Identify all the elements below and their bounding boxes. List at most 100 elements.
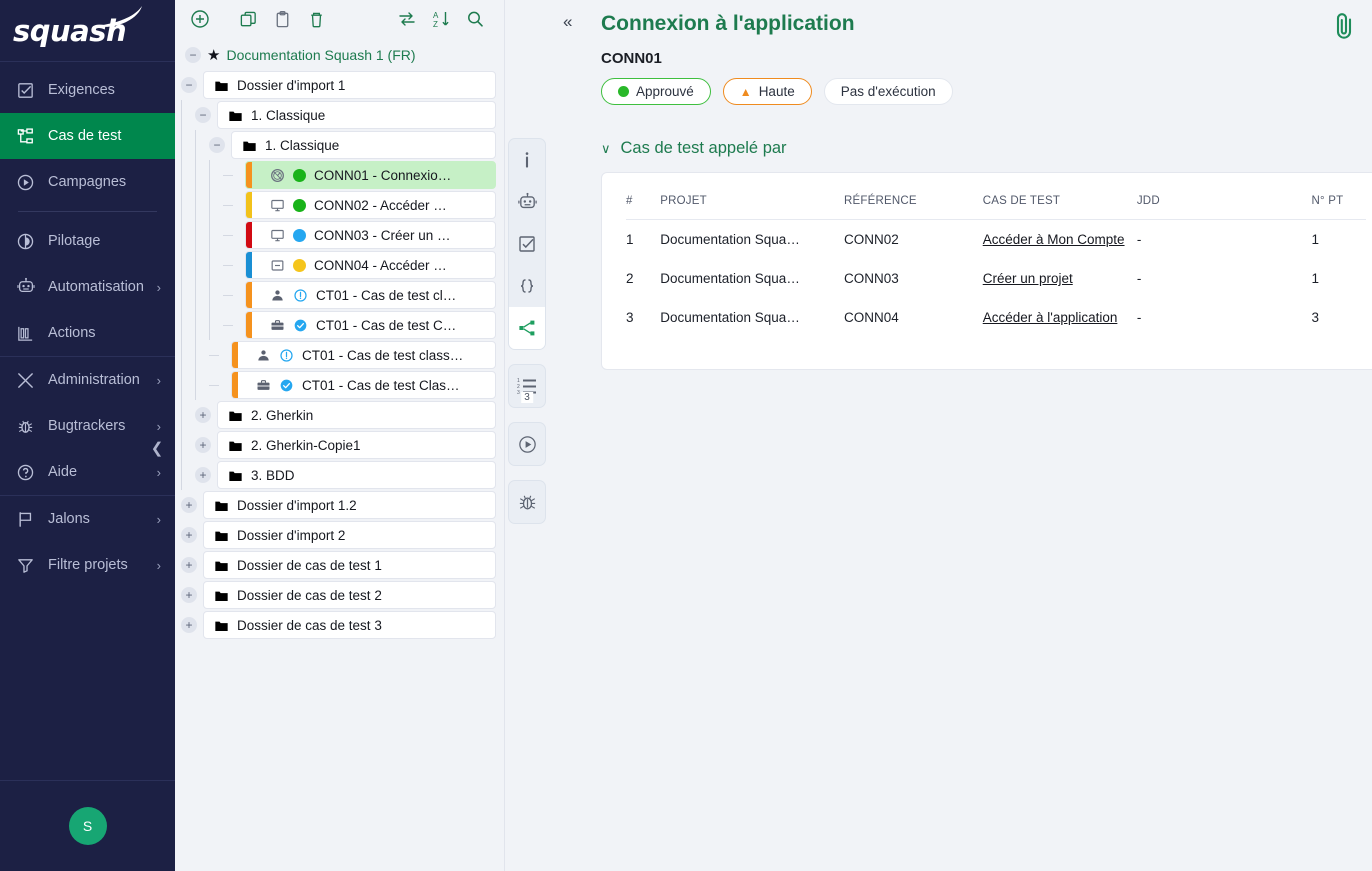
gauge-icon [270, 168, 285, 183]
tree-node-toggle[interactable]: + [181, 527, 197, 543]
tree-node-card[interactable]: CT01 - Cas de test Clas… [231, 371, 496, 399]
app-logo[interactable]: squash [0, 0, 175, 62]
tree-test-case-node[interactable]: CT01 - Cas de test cl… [181, 280, 496, 310]
search-icon[interactable] [458, 4, 492, 34]
cell-cas-de-test[interactable]: Créer un projet [983, 259, 1137, 298]
sidebar-item-cas-de-test[interactable]: Cas de test [0, 113, 175, 159]
share-nodes-icon[interactable] [508, 307, 546, 349]
sidebar-item-administration[interactable]: Administration› [0, 357, 175, 403]
tree-node-card[interactable]: CT01 - Cas de test cl… [245, 281, 496, 309]
tree-node-toggle[interactable]: + [195, 407, 211, 423]
add-icon[interactable] [183, 4, 217, 34]
status-badge[interactable]: Approuvé [601, 78, 711, 105]
tree-folder-node[interactable]: +2. Gherkin-Copie1 [181, 430, 496, 460]
tree-node-card[interactable]: Dossier de cas de test 1 [203, 551, 496, 579]
tree-node-card[interactable]: CONN02 - Accéder … [245, 191, 496, 219]
avatar[interactable]: S [69, 807, 107, 845]
paperclip-icon[interactable] [1332, 10, 1358, 47]
play-circle-icon[interactable] [508, 423, 546, 465]
sidebar-item-actions[interactable]: Actions [0, 310, 175, 356]
tree-test-case-node[interactable]: CT01 - Cas de test Clas… [181, 370, 496, 400]
tree-node-card[interactable]: 2. Gherkin-Copie1 [217, 431, 496, 459]
sidebar-item-pilotage[interactable]: Pilotage [0, 218, 175, 264]
tree-folder-node[interactable]: −1. Classique [181, 130, 496, 160]
tree-node-card[interactable]: 1. Classique [217, 101, 496, 129]
move-icon[interactable] [390, 4, 424, 34]
tree-node-card[interactable]: CONN04 - Accéder … [245, 251, 496, 279]
table-row[interactable]: 1Documentation Squa…CONN02Accéder à Mon … [626, 220, 1366, 260]
tree-guide-stub [209, 385, 219, 386]
svg-text:Z: Z [433, 20, 438, 29]
tree-guide [209, 160, 210, 190]
root-toggle[interactable]: − [185, 47, 201, 63]
tree-test-case-node[interactable]: CT01 - Cas de test class… [181, 340, 496, 370]
ordered-list-icon[interactable]: 123 3 [508, 365, 546, 407]
tree-node-card[interactable]: CT01 - Cas de test class… [231, 341, 496, 369]
tree-node-toggle[interactable]: + [195, 437, 211, 453]
robot-icon[interactable] [508, 181, 546, 223]
tree-node-card[interactable]: CONN03 - Créer un … [245, 221, 496, 249]
tree-node-card[interactable]: Dossier d'import 1.2 [203, 491, 496, 519]
tree-folder-node[interactable]: + Dossier d'import 1.2 [181, 490, 496, 520]
paste-icon[interactable] [265, 4, 299, 34]
sidebar-item-jalons[interactable]: Jalons› [0, 496, 175, 542]
test-case-link[interactable]: Accéder à Mon Compte [983, 232, 1125, 247]
tree-node-card[interactable]: Dossier d'import 1 [203, 71, 496, 99]
information-icon[interactable] [508, 139, 546, 181]
tree-node-card[interactable]: Dossier de cas de test 2 [203, 581, 496, 609]
priority-badge[interactable]: ▲ Haute [723, 78, 812, 105]
chevron-double-left-icon[interactable]: « [563, 12, 572, 32]
cell-cas-de-test[interactable]: Accéder à Mon Compte [983, 220, 1137, 260]
table-row[interactable]: 3Documentation Squa…CONN04Accéder à l'ap… [626, 298, 1366, 337]
tree-test-case-node[interactable]: CT01 - Cas de test C… [181, 310, 496, 340]
tree-folder-node[interactable]: +2. Gherkin [181, 400, 496, 430]
tree-test-case-node[interactable]: CONN03 - Créer un … [181, 220, 496, 250]
tree-node-toggle[interactable]: − [181, 77, 197, 93]
tree-node-card[interactable]: Dossier d'import 2 [203, 521, 496, 549]
tree-test-case-node[interactable]: CONN02 - Accéder … [181, 190, 496, 220]
execution-label: Pas d'exécution [841, 84, 936, 99]
section-header[interactable]: ∨ Cas de test appelé par [601, 139, 1372, 158]
tree-folder-node[interactable]: + Dossier d'import 2 [181, 520, 496, 550]
tree-folder-node[interactable]: + Dossier de cas de test 1 [181, 550, 496, 580]
tree-node-toggle[interactable]: + [195, 467, 211, 483]
tree-node-card[interactable]: CT01 - Cas de test C… [245, 311, 496, 339]
tree-node-toggle[interactable]: − [195, 107, 211, 123]
sidebar-item-filtre-projets[interactable]: Filtre projets› [0, 542, 175, 588]
copy-icon[interactable] [231, 4, 265, 34]
tree-node-card[interactable]: Dossier de cas de test 3 [203, 611, 496, 639]
tree-node-card[interactable]: 2. Gherkin [217, 401, 496, 429]
tree-node-card[interactable]: 1. Classique [231, 131, 496, 159]
checkbox-icon[interactable] [508, 223, 546, 265]
tree-test-case-node[interactable]: CONN01 - Connexio… [181, 160, 496, 190]
sidebar-collapse-button[interactable]: ❮ [147, 438, 167, 458]
tree-folder-node[interactable]: +3. BDD [181, 460, 496, 490]
tree-test-case-node[interactable]: CONN04 - Accéder … [181, 250, 496, 280]
tree-node-toggle[interactable]: + [181, 557, 197, 573]
tree-node-toggle[interactable]: + [181, 587, 197, 603]
cell-cas-de-test[interactable]: Accéder à l'application [983, 298, 1137, 337]
tree-guide [195, 370, 196, 400]
bug-icon[interactable] [508, 481, 546, 523]
tree-node-toggle[interactable]: + [181, 497, 197, 513]
test-case-link[interactable]: Créer un projet [983, 271, 1073, 286]
tree-folder-node[interactable]: −Dossier d'import 1 [181, 70, 496, 100]
delete-icon[interactable] [299, 4, 333, 34]
table-header-row: # PROJET RÉFÉRENCE CAS DE TEST JDD N° PT [626, 191, 1366, 220]
sidebar-item-automatisation[interactable]: Automatisation› [0, 264, 175, 310]
tree-folder-node[interactable]: −1. Classique [181, 100, 496, 130]
tree-node-toggle[interactable]: − [209, 137, 225, 153]
sort-icon[interactable]: AZ [424, 4, 458, 34]
tree-folder-node[interactable]: + Dossier de cas de test 3 [181, 610, 496, 640]
test-case-link[interactable]: Accéder à l'application [983, 310, 1118, 325]
sidebar-item-exigences[interactable]: Exigences [0, 67, 175, 113]
tree-node-card[interactable]: 3. BDD [217, 461, 496, 489]
tree-root-row[interactable]: − ★ Documentation Squash 1 (FR) [181, 40, 496, 70]
sidebar-item-campagnes[interactable]: Campagnes [0, 159, 175, 205]
braces-icon[interactable] [508, 265, 546, 307]
tree-node-card[interactable]: CONN01 - Connexio… [245, 161, 496, 189]
execution-badge[interactable]: Pas d'exécution [824, 78, 953, 105]
tree-folder-node[interactable]: + Dossier de cas de test 2 [181, 580, 496, 610]
table-row[interactable]: 2Documentation Squa…CONN03Créer un proje… [626, 259, 1366, 298]
tree-node-toggle[interactable]: + [181, 617, 197, 633]
